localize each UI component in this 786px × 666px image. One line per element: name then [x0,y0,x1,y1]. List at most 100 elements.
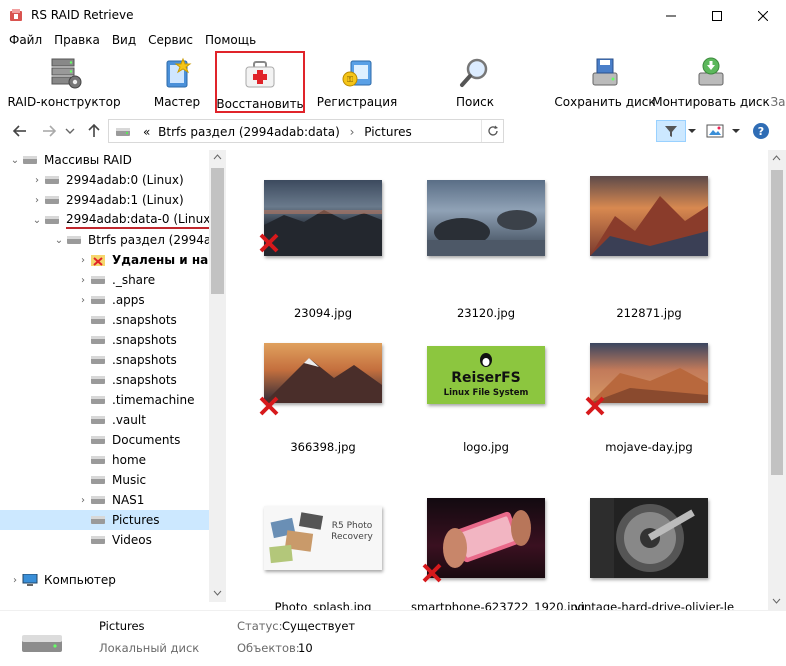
collapse-icon[interactable]: ⌄ [8,155,22,166]
drive-icon [91,276,105,284]
tree-node-btrfs[interactable]: ⌄ Btrfs раздел (2994adab:data) [52,230,226,250]
tree-node-computer[interactable]: › Компьютер [8,570,116,590]
scroll-up-icon[interactable] [213,154,222,160]
app-logo-icon [10,9,22,21]
status-item-type: Локальный диск [99,641,200,655]
tree-node-snapshots[interactable]: .snapshots [90,370,177,390]
breadcrumb-btrfs[interactable]: Btrfs раздел (2994adab:data) [158,125,340,139]
maximize-button[interactable] [694,0,740,31]
view-mode-icon[interactable] [706,123,724,139]
tree-node-home[interactable]: home [90,450,146,470]
menu-file[interactable]: Файл [3,31,48,51]
tree-node-music[interactable]: Music [90,470,146,490]
close-button[interactable] [740,0,786,31]
restore-button[interactable]: Восстановить [215,51,305,113]
view-dropdown-icon[interactable] [732,127,740,135]
refresh-button[interactable] [481,120,503,142]
minimize-icon [666,15,676,16]
scroll-down-icon[interactable] [213,590,222,596]
file-thumbnail [264,180,382,256]
raid-builder-button[interactable]: RAID-конструктор [7,51,121,113]
mount-disk-button[interactable]: Монтировать диск [652,51,770,113]
tree-node-snapshots[interactable]: .snapshots [90,310,177,330]
tree-node-deleted[interactable]: › Удалены и найденные [76,250,226,270]
expand-icon[interactable]: › [8,575,22,586]
dropdown-icon[interactable] [62,123,78,139]
file-item[interactable]: mojave-day.jpg [574,343,724,503]
minimize-button[interactable] [648,0,694,31]
search-button[interactable]: Поиск [452,51,498,113]
file-item[interactable]: 366398.jpg [248,343,398,503]
file-item[interactable]: 23120.jpg [411,180,561,340]
files-scrollbar[interactable] [768,150,786,610]
drive-icon [91,416,105,424]
collapse-icon[interactable]: ⌄ [30,215,44,226]
tree-node-videos[interactable]: Videos [90,530,152,550]
filter-button[interactable] [656,120,686,142]
tree-node-pictures[interactable]: Pictures [0,510,209,530]
filter-icon [665,126,677,137]
drive-icon [91,536,105,544]
save-disk-button[interactable]: Сохранить диск [554,51,656,113]
tree-node-snapshots[interactable]: .snapshots [90,350,177,370]
menu-edit[interactable]: Правка [48,31,106,51]
menu-view[interactable]: Вид [106,31,142,51]
file-item[interactable]: smartphone-623722_1920.jpg [411,498,585,610]
navigation-bar: « Btrfs раздел (2994adab:data) › Picture… [0,115,786,147]
tree-label: .snapshots [112,333,177,347]
files-scroll-thumb[interactable] [771,170,783,475]
status-value: Существует [282,619,356,633]
expand-icon[interactable]: › [76,495,90,506]
logo-subtitle: Linux File System [444,388,529,398]
tree-node-snapshots[interactable]: .snapshots [90,330,177,350]
expand-icon[interactable]: › [76,255,90,266]
file-item[interactable]: ReiserFS Linux File System logo.jpg [411,346,561,506]
drive-icon [91,456,105,464]
up-arrow-icon[interactable] [86,123,102,139]
expand-icon[interactable]: › [76,275,90,286]
file-item[interactable]: 23094.jpg [248,180,398,340]
search-icon [460,58,488,87]
register-button[interactable]: ⚿ Регистрация [317,51,397,113]
filter-dropdown-icon[interactable] [688,127,696,135]
title-bar: RS RAID Retrieve [0,0,786,31]
tree-node-apps[interactable]: › .apps [76,290,145,310]
scroll-up-icon[interactable] [772,155,781,161]
expand-icon[interactable]: › [30,175,44,186]
file-name: logo.jpg [463,440,509,454]
tree-label: .timemachine [112,393,195,407]
scroll-down-icon[interactable] [772,598,781,604]
collapse-icon[interactable]: ⌄ [52,235,66,246]
file-item[interactable]: 212871.jpg [574,176,724,336]
tree-node-nas1[interactable]: › NAS1 [76,490,144,510]
tree-node-array-1[interactable]: › 2994adab:1 (Linux) [30,190,184,210]
tree-scrollbar[interactable] [209,150,226,602]
tree-node-vault[interactable]: .vault [90,410,146,430]
tree-node-documents[interactable]: Documents [90,430,180,450]
tree-node-raid-arrays[interactable]: ⌄ Массивы RAID [8,150,132,170]
tree-scroll-thumb[interactable] [211,168,224,294]
tree-label: ._share [112,273,156,287]
menu-service[interactable]: Сервис [142,31,199,51]
menu-bar: Файл Правка Вид Сервис Помощь [0,31,786,51]
overflow-button[interactable]: За [770,51,786,113]
tree-node-array-0[interactable]: › 2994adab:0 (Linux) [30,170,184,190]
expand-icon[interactable]: › [76,295,90,306]
wizard-button[interactable]: Мастер [148,51,206,113]
tree-node-array-data[interactable]: ⌄ 2994adab:data-0 (Linux) [30,210,216,230]
expand-icon[interactable]: › [30,195,44,206]
file-item[interactable]: vintage-hard-drive-olivier-le [574,498,734,610]
tree-node-timemachine[interactable]: .timemachine [90,390,195,410]
breadcrumb-pictures[interactable]: Pictures [364,125,412,139]
file-name: smartphone-623722_1920.jpg [411,600,585,610]
tree-node-share[interactable]: › ._share [76,270,155,290]
drive-icon [91,436,105,444]
help-icon[interactable]: ? [752,122,770,140]
menu-help[interactable]: Помощь [199,31,262,51]
breadcrumb-overflow[interactable]: « [143,125,150,139]
back-arrow-icon[interactable] [12,123,28,139]
breadcrumb: « Btrfs раздел (2994adab:data) › Picture… [143,125,412,139]
file-item[interactable]: R5 Photo Recovery Photo_splash.jpg [248,506,398,610]
address-bar[interactable]: « Btrfs раздел (2994adab:data) › Picture… [108,119,504,143]
forward-arrow-icon[interactable] [41,123,57,139]
